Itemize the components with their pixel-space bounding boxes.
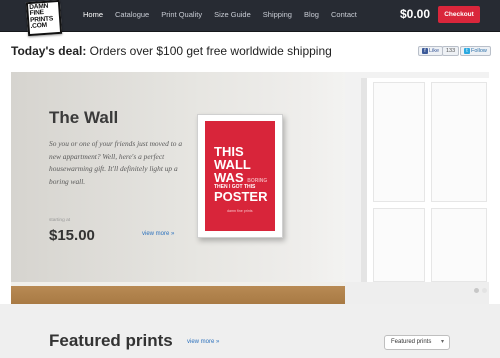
- slider-dot-2[interactable]: [482, 288, 487, 293]
- hero-title: The Wall: [49, 108, 119, 127]
- chevron-down-icon: ▾: [440, 339, 444, 345]
- featured-title: Featured prints: [49, 331, 173, 350]
- nav-print-quality[interactable]: Print Quality: [161, 10, 202, 19]
- nav-contact[interactable]: Contact: [331, 10, 357, 19]
- nav-blog[interactable]: Blog: [304, 10, 319, 19]
- poster-text: THIS WALL WAS BORING THEN I GOT THIS POS…: [214, 144, 268, 204]
- side-floor: [345, 282, 489, 304]
- hero-banner: The Wall So you or one of your friends j…: [11, 72, 489, 304]
- logo-text: DAMN FINE PRINTS .COM: [28, 2, 54, 31]
- window-image: [361, 78, 489, 292]
- hero-price-caption: starting at: [49, 218, 71, 223]
- facebook-icon: f: [422, 48, 428, 54]
- main-nav: Home Catalogue Print Quality Size Guide …: [83, 10, 369, 19]
- site-logo[interactable]: DAMN FINE PRINTS .COM: [25, 0, 63, 37]
- checkout-button[interactable]: Checkout: [438, 6, 480, 23]
- cart-total: $0.00: [400, 7, 431, 21]
- deal-prefix: Today's deal:: [11, 44, 87, 58]
- hero-view-more-link[interactable]: view more »: [142, 231, 174, 237]
- featured-view-more-link[interactable]: view more »: [187, 339, 219, 345]
- featured-filter-select[interactable]: Featured prints ▾: [384, 335, 450, 350]
- hero-description: So you or one of your friends just moved…: [49, 139, 183, 186]
- poster-artwork: THIS WALL WAS BORING THEN I GOT THIS POS…: [205, 121, 275, 231]
- nav-catalogue[interactable]: Catalogue: [115, 10, 149, 19]
- facebook-like-button[interactable]: f Like: [418, 46, 444, 56]
- featured-filter-value: Featured prints: [391, 339, 432, 345]
- deal-text: Orders over $100 get free worldwide ship…: [89, 44, 332, 58]
- poster-signature: damn fine prints: [227, 209, 253, 213]
- framed-poster[interactable]: THIS WALL WAS BORING THEN I GOT THIS POS…: [197, 114, 283, 238]
- top-navigation-bar: Home Catalogue Print Quality Size Guide …: [0, 0, 500, 32]
- nav-size-guide[interactable]: Size Guide: [214, 10, 251, 19]
- todays-deal: Today's deal: Orders over $100 get free …: [11, 44, 332, 58]
- twitter-follow-button[interactable]: t Follow: [460, 46, 491, 56]
- twitter-icon: t: [464, 48, 470, 54]
- nav-shipping[interactable]: Shipping: [263, 10, 292, 19]
- slider-dot-1[interactable]: [474, 288, 479, 293]
- nav-home[interactable]: Home: [83, 10, 103, 19]
- facebook-like-count: 133: [442, 46, 460, 56]
- hero-price: $15.00: [49, 227, 95, 244]
